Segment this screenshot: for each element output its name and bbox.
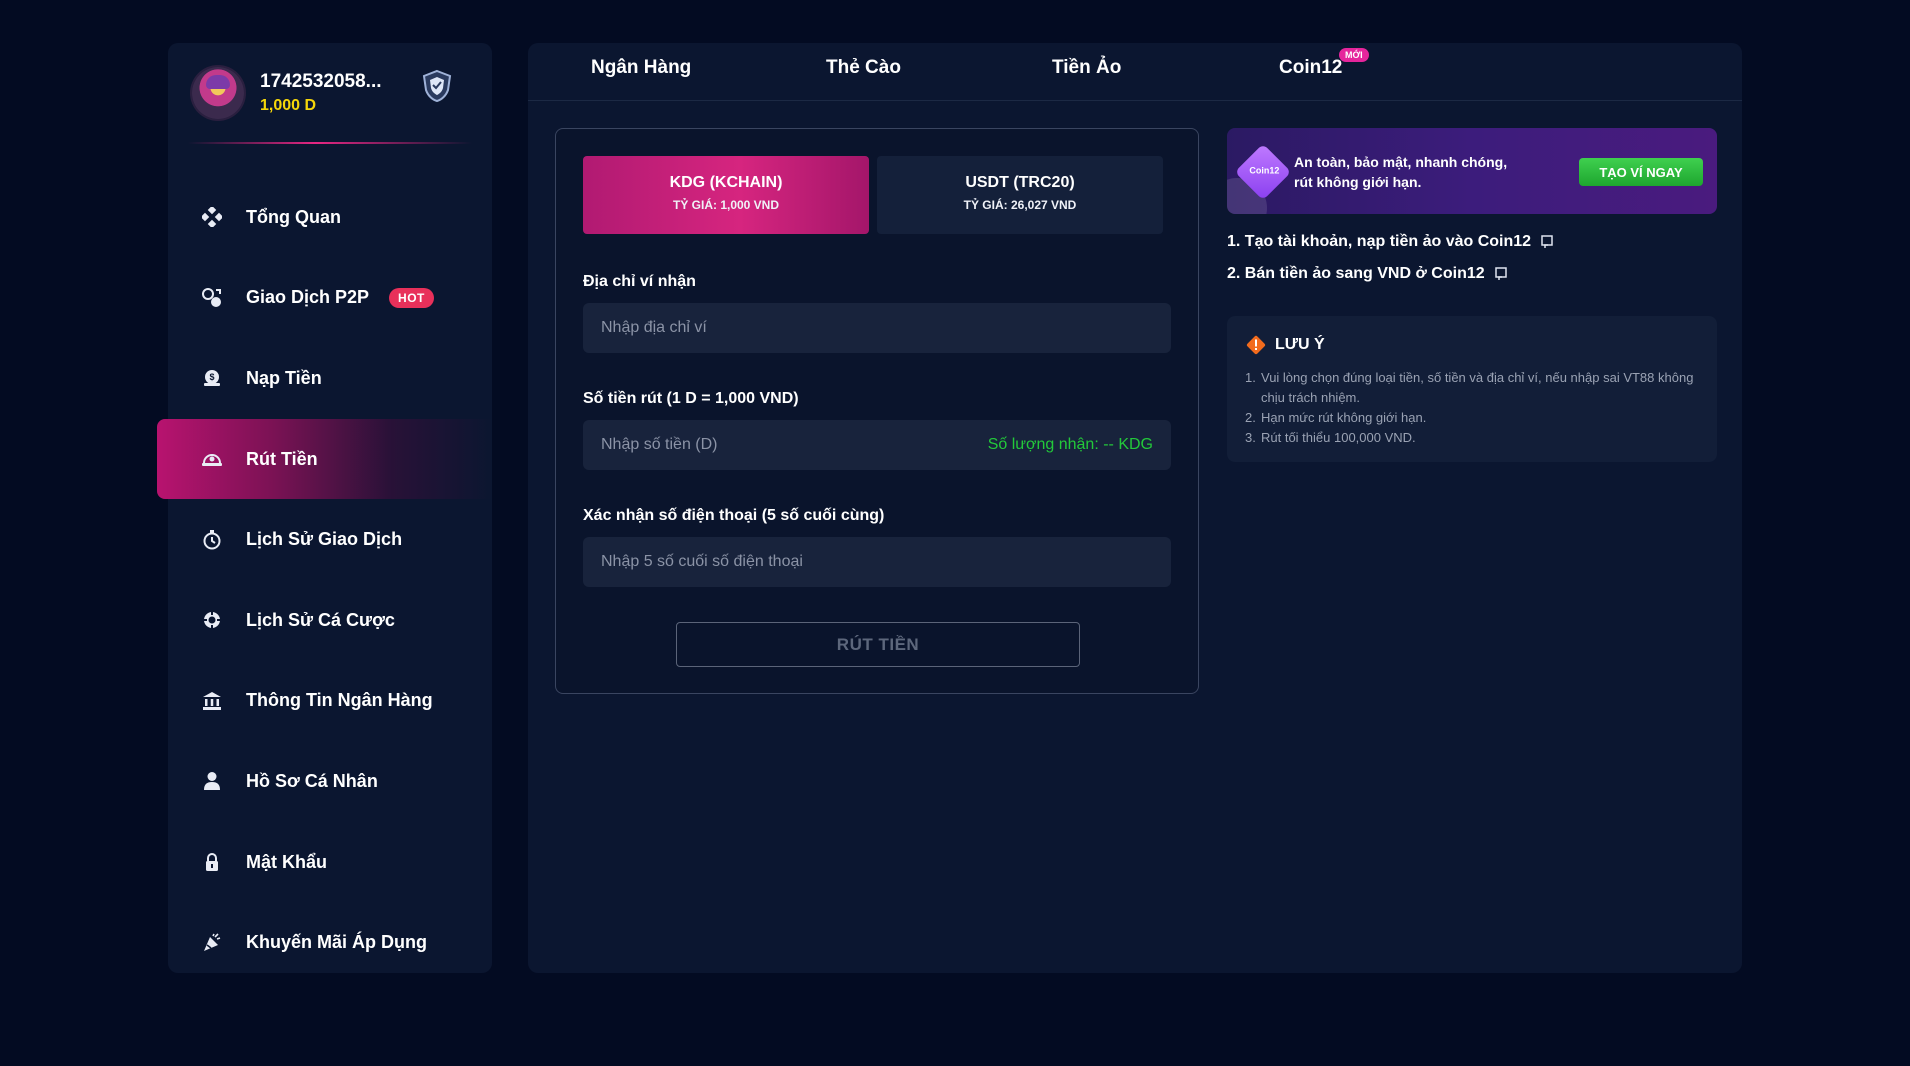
phone-last-digits-input[interactable] — [601, 553, 1153, 571]
sidebar-nav: Tổng Quan Giao Dịch P2P HOT $ Nạp Tiền R… — [157, 177, 492, 983]
coin12-logo: Coin12 — [1234, 143, 1292, 201]
sidebar-item-label: Thông Tin Ngân Hàng — [246, 690, 433, 711]
sidebar-item-label: Mật Khẩu — [246, 851, 327, 872]
notice-list: 1. Vui lòng chọn đúng loại tiền, số tiền… — [1245, 368, 1705, 448]
coin-option-title: KDG (KCHAIN) — [669, 174, 783, 191]
withdraw-icon — [200, 447, 224, 471]
bank-icon — [200, 689, 224, 713]
receive-amount-note: Số lượng nhận: -- KDG — [987, 436, 1153, 453]
address-field — [583, 303, 1171, 353]
coin-option-kdg[interactable]: KDG (KCHAIN) TỶ GIÁ: 1,000 VND — [583, 156, 869, 234]
external-link-icon — [1541, 235, 1553, 248]
new-badge: MỚI — [1339, 48, 1369, 62]
notice-box: LƯU Ý 1. Vui lòng chọn đúng loại tiền, s… — [1227, 316, 1717, 462]
p2p-icon — [200, 286, 224, 310]
list-item-number: 2. — [1245, 410, 1256, 425]
user-icon — [200, 769, 224, 793]
wallet-address-input[interactable] — [601, 319, 1153, 337]
coin-option-rate: TỶ GIÁ: 26,027 VND — [963, 198, 1077, 212]
tab-coin12[interactable]: Coin12 MỚI — [1218, 48, 1440, 101]
sidebar-item-password[interactable]: Mật Khẩu — [168, 822, 492, 903]
balance: 1,000 D — [260, 97, 317, 114]
sidebar-item-label: Khuyến Mãi Áp Dụng — [246, 932, 427, 953]
list-item-text: Vui lòng chọn đúng loại tiền, số tiền và… — [1261, 370, 1694, 405]
withdraw-button[interactable]: RÚT TIỀN — [676, 622, 1080, 667]
sidebar-item-bet-history[interactable]: Lịch Sử Cá Cược — [168, 580, 492, 661]
sidebar-item-label: Lịch Sử Cá Cược — [246, 609, 395, 630]
profile-divider — [188, 142, 472, 144]
sidebar-item-label: Lịch Sử Giao Dịch — [246, 529, 403, 550]
coin12-logo-text: Coin12 — [1249, 165, 1280, 176]
user-profile: 1742532058... 1,000 D — [192, 67, 468, 139]
list-item: 3. Rút tối thiểu 100,000 VND. — [1245, 428, 1705, 448]
hot-badge: HOT — [389, 287, 434, 308]
tab-label: Coin12 — [1279, 57, 1343, 78]
phone-label: Xác nhận số điện thoại (5 số cuối cùng) — [583, 507, 885, 524]
sidebar: 1742532058... 1,000 D Tổng Quan Giao Dịc… — [157, 43, 492, 973]
tab-crypto[interactable]: Tiền Ảo — [1052, 57, 1121, 79]
main-panel: Ngân Hàng Thẻ Cào Tiền Ảo Coin12 MỚI KDG… — [528, 43, 1742, 973]
amount-field: Số lượng nhận: -- KDG — [583, 420, 1171, 470]
username: 1742532058... — [260, 71, 382, 92]
bet-history-icon — [200, 608, 224, 632]
withdraw-method-tabs: Ngân Hàng Thẻ Cào Tiền Ảo Coin12 MỚI — [528, 43, 1742, 101]
promo-text: An toàn, bảo mật, nhanh chóng, rút không… — [1294, 154, 1508, 190]
phone-field — [583, 537, 1171, 587]
avatar[interactable] — [192, 67, 244, 119]
vip-shield-icon[interactable] — [420, 69, 454, 103]
sidebar-item-deposit[interactable]: $ Nạp Tiền — [168, 338, 492, 419]
sidebar-item-label: Rút Tiền — [246, 448, 318, 469]
notice-title: LƯU Ý — [1275, 336, 1325, 353]
list-item-text: Rút tối thiểu 100,000 VND. — [1261, 430, 1416, 445]
notice-header: LƯU Ý — [1245, 334, 1325, 356]
svg-text:$: $ — [209, 372, 214, 382]
list-item: 1. Vui lòng chọn đúng loại tiền, số tiền… — [1245, 368, 1705, 408]
sidebar-item-overview[interactable]: Tổng Quan — [168, 177, 492, 258]
sidebar-item-p2p[interactable]: Giao Dịch P2P HOT — [168, 258, 492, 339]
sidebar-item-profile[interactable]: Hồ Sơ Cá Nhân — [168, 741, 492, 822]
sidebar-item-bank-info[interactable]: Thông Tin Ngân Hàng — [168, 661, 492, 742]
coin-option-rate: TỶ GIÁ: 1,000 VND — [672, 198, 780, 212]
sidebar-item-label: Giao Dịch P2P — [246, 287, 370, 308]
tab-scratch-card[interactable]: Thẻ Cào — [826, 57, 901, 79]
list-item: 2. Hạn mức rút không giới hạn. — [1245, 408, 1705, 428]
tab-bank[interactable]: Ngân Hàng — [591, 57, 691, 79]
sidebar-item-label: Tổng Quan — [246, 206, 341, 227]
warning-icon — [1246, 335, 1266, 355]
amount-input[interactable] — [601, 436, 988, 454]
overview-icon — [200, 205, 224, 229]
sidebar-item-transaction-history[interactable]: Lịch Sử Giao Dịch — [168, 499, 492, 580]
sidebar-item-label: Nạp Tiền — [246, 367, 322, 388]
external-link-icon — [1494, 267, 1507, 280]
list-item-text: Hạn mức rút không giới hạn. — [1261, 410, 1427, 425]
list-item-number: 3. — [1245, 430, 1256, 445]
coin12-promo-banner: Coin12 An toàn, bảo mật, nhanh chóng, rú… — [1227, 128, 1717, 214]
guide-link-create-account[interactable]: 1. Tạo tài khoản, nạp tiền ảo vào Coin12 — [1227, 233, 1555, 251]
guide-link-label: 2. Bán tiền ảo sang VND ở Coin12 — [1227, 265, 1485, 282]
sidebar-item-withdraw[interactable]: Rút Tiền — [157, 418, 492, 500]
deposit-icon: $ — [200, 366, 224, 390]
create-wallet-button[interactable]: TẠO VÍ NGAY — [1579, 158, 1703, 186]
lock-icon — [200, 850, 224, 874]
withdraw-form: KDG (KCHAIN) TỶ GIÁ: 1,000 VND USDT (TRC… — [555, 128, 1199, 694]
coin-option-title: USDT (TRC20) — [965, 174, 1075, 191]
list-item-number: 1. — [1245, 370, 1256, 385]
sidebar-item-label: Hồ Sơ Cá Nhân — [246, 770, 378, 791]
promotion-icon — [200, 931, 224, 955]
coin-option-usdt[interactable]: USDT (TRC20) TỶ GIÁ: 26,027 VND — [877, 156, 1163, 234]
guide-link-label: 1. Tạo tài khoản, nạp tiền ảo vào Coin12 — [1227, 233, 1532, 250]
transaction-history-icon — [200, 528, 224, 552]
guide-link-sell-crypto[interactable]: 2. Bán tiền ảo sang VND ở Coin12 — [1227, 265, 1509, 283]
sidebar-item-promotions[interactable]: Khuyến Mãi Áp Dụng — [168, 902, 492, 983]
address-label: Địa chỉ ví nhận — [583, 273, 696, 290]
amount-label: Số tiền rút (1 D = 1,000 VND) — [583, 390, 799, 407]
